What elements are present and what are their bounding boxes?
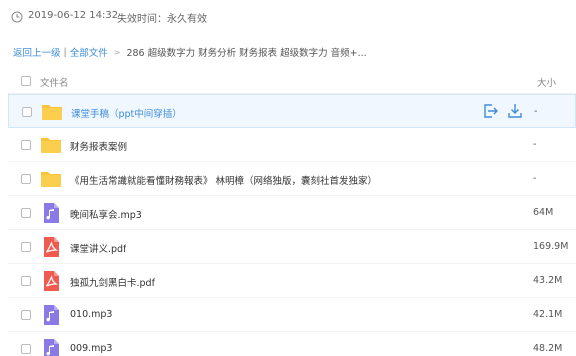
row-checkbox[interactable] [21, 344, 31, 354]
file-row[interactable]: 009.mp3 48.2M [8, 332, 576, 356]
share-meta-bar: 2019-06-12 14:32 失效时间：永久有效 [0, 0, 576, 36]
file-name[interactable]: 009.mp3 [70, 343, 112, 354]
row-checkbox[interactable] [21, 140, 31, 150]
name-column-header[interactable]: 文件名 [40, 75, 69, 89]
file-row[interactable]: 课堂手稿（ppt中间穿插） - [8, 94, 576, 128]
pdf-file-icon [40, 236, 62, 258]
save-to-drive-icon[interactable] [482, 103, 498, 119]
file-size: 169.9M [533, 241, 569, 252]
file-size: - [534, 106, 538, 117]
file-name[interactable]: 010.mp3 [70, 309, 112, 320]
clock-icon [11, 11, 23, 23]
back-link[interactable]: 返回上一级 [13, 45, 61, 59]
file-name[interactable]: 独孤九剑黑白卡.pdf [70, 275, 155, 289]
expire-time: 失效时间：永久有效 [117, 14, 207, 25]
download-icon[interactable] [507, 103, 523, 119]
audio-file-icon [40, 338, 62, 356]
file-row[interactable]: 财务报表案例 - [8, 128, 576, 162]
file-row[interactable]: 晚间私享会.mp3 64M [8, 196, 576, 230]
size-column-header[interactable]: 大小 [537, 75, 556, 89]
audio-file-icon [40, 202, 62, 224]
row-checkbox[interactable] [21, 208, 31, 218]
file-row[interactable]: 课堂讲义.pdf 169.9M [8, 230, 576, 264]
file-size: - [533, 173, 537, 184]
folder-icon [40, 168, 62, 190]
file-name[interactable]: 晚间私享会.mp3 [70, 207, 142, 221]
file-name[interactable]: 课堂讲义.pdf [70, 241, 126, 255]
file-size: - [533, 139, 537, 150]
folder-icon [41, 101, 63, 123]
folder-icon [40, 134, 62, 156]
file-size: 64M [533, 207, 554, 218]
row-actions [482, 103, 523, 119]
audio-file-icon [40, 304, 62, 326]
row-checkbox[interactable] [21, 276, 31, 286]
breadcrumb: 返回上一级 | 全部文件 > 286 超级数字力 财务分析 财务报表 超级数字力… [13, 45, 367, 60]
row-checkbox[interactable] [21, 242, 31, 252]
file-name[interactable]: 财务报表案例 [70, 139, 127, 153]
row-checkbox[interactable] [22, 107, 32, 117]
file-list: 文件名 大小 课堂手稿（ppt中间穿插） - 财务报表案例 - 《用生活常識就能看懂財務… [8, 68, 576, 356]
pdf-file-icon [40, 270, 62, 292]
breadcrumb-separator: | [63, 46, 67, 58]
file-name[interactable]: 《用生活常識就能看懂財務報表》 林明樟（网络独版，囊刻社首发独家） [70, 173, 377, 187]
all-files-link[interactable]: 全部文件 [70, 45, 108, 59]
row-checkbox[interactable] [21, 310, 31, 320]
row-checkbox[interactable] [21, 174, 31, 184]
select-all-checkbox[interactable] [21, 76, 31, 86]
file-row[interactable]: 独孤九剑黑白卡.pdf 43.2M [8, 264, 576, 298]
list-header: 文件名 大小 [8, 68, 576, 94]
share-date: 2019-06-12 14:32 [28, 10, 119, 21]
file-size: 42.1M [533, 309, 563, 320]
file-name[interactable]: 课堂手稿（ppt中间穿插） [71, 106, 182, 120]
file-size: 43.2M [533, 275, 563, 286]
file-row[interactable]: 010.mp3 42.1M [8, 298, 576, 332]
current-folder: 286 超级数字力 财务分析 财务报表 超级数字力 音频+... [126, 48, 367, 59]
file-size: 48.2M [533, 343, 563, 354]
breadcrumb-arrow: > [113, 47, 121, 57]
file-row[interactable]: 《用生活常識就能看懂財務報表》 林明樟（网络独版，囊刻社首发独家） - [8, 162, 576, 196]
